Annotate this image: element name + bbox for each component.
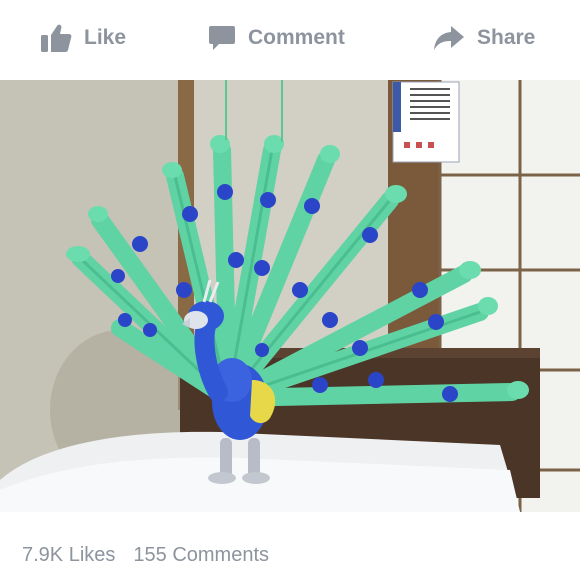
like-button[interactable]: Like xyxy=(40,20,126,56)
balloon-peacock-image xyxy=(0,80,580,512)
post-photo[interactable] xyxy=(0,80,580,512)
comments-count-link[interactable]: 155 Comments xyxy=(133,544,269,567)
like-label: Like xyxy=(84,26,127,49)
comment-button[interactable]: Comment xyxy=(208,20,345,56)
share-arrow-icon xyxy=(433,25,465,51)
share-label: Share xyxy=(477,26,536,49)
post-action-bar: Like Comment Share xyxy=(0,0,580,74)
comment-label: Comment xyxy=(248,26,345,49)
likes-count-link[interactable]: 7.9K Likes xyxy=(22,544,115,567)
share-button[interactable]: Share xyxy=(433,20,535,56)
speech-bubble-icon xyxy=(208,24,236,52)
post-stats: 7.9K Likes 155 Comments xyxy=(22,540,269,570)
thumbs-up-icon xyxy=(40,23,72,53)
